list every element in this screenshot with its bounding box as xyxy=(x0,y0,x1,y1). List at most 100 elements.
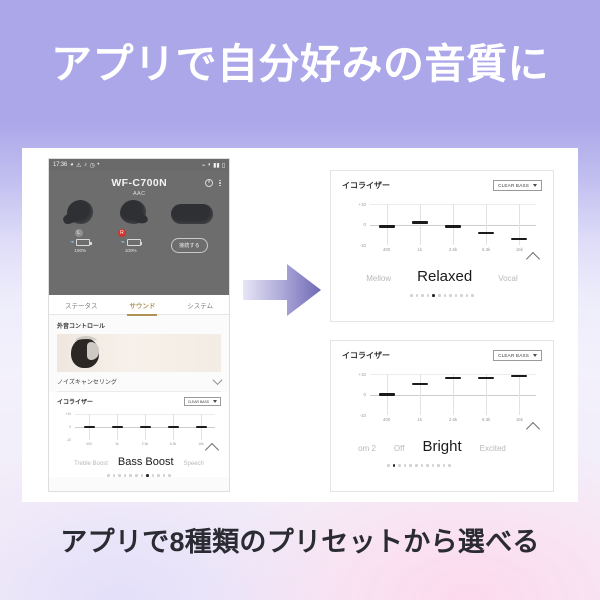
chevron-up-icon[interactable] xyxy=(525,421,541,437)
carousel-dot[interactable] xyxy=(398,464,401,467)
phone-preset-right[interactable]: Speech xyxy=(184,461,204,467)
eq-band-handle[interactable] xyxy=(378,393,395,396)
left-bud-badge: L xyxy=(74,229,83,237)
carousel-dot[interactable] xyxy=(146,474,149,477)
eq-y-tick: +10 xyxy=(358,371,366,377)
wifi-icon: ◗ xyxy=(207,162,212,168)
panel-bottom-preset-center[interactable]: Bright xyxy=(422,438,461,455)
carousel-dot[interactable] xyxy=(420,464,424,467)
panel-top-preset-center[interactable]: Relaxed xyxy=(417,268,472,285)
carousel-dot[interactable] xyxy=(432,294,435,297)
carousel-dot[interactable] xyxy=(448,464,452,467)
carousel-dot[interactable] xyxy=(431,464,435,467)
carousel-dot[interactable] xyxy=(140,474,144,477)
carousel-dot[interactable] xyxy=(442,464,446,467)
carousel-dot[interactable] xyxy=(151,474,155,477)
carousel-dot[interactable] xyxy=(118,474,121,477)
phone-tab-bar: ステータス サウンド システム xyxy=(49,295,229,316)
carousel-dot[interactable] xyxy=(426,464,429,467)
earbud-badges-row: L R xyxy=(49,229,229,237)
panel-bottom-preset-far-left[interactable]: om 2 xyxy=(358,444,376,453)
eq-band-handle[interactable] xyxy=(167,426,179,428)
phone-preset-center[interactable]: Bass Boost xyxy=(118,456,174,468)
carousel-dot[interactable] xyxy=(409,294,413,297)
phone-preset-left[interactable]: Treble Boost xyxy=(74,461,108,467)
power-icon[interactable] xyxy=(205,179,214,187)
carousel-dot[interactable] xyxy=(134,474,138,477)
eq-band-handle[interactable] xyxy=(111,426,123,428)
carousel-dot[interactable] xyxy=(437,294,441,297)
tab-system[interactable]: システム xyxy=(185,297,215,313)
right-bud-battery-percent: 100% xyxy=(124,248,137,253)
carousel-dot[interactable] xyxy=(421,294,424,297)
carousel-dot[interactable] xyxy=(106,474,110,477)
warning-icon: ⚠ xyxy=(76,162,82,169)
chevron-up-icon[interactable] xyxy=(525,251,541,267)
eq-band-handle[interactable] xyxy=(511,237,528,241)
carousel-dot[interactable] xyxy=(449,294,452,297)
eq-band-handle[interactable] xyxy=(411,221,428,224)
eq-band-handle[interactable] xyxy=(445,225,461,228)
panel-bottom-preset-dots[interactable] xyxy=(296,464,542,467)
right-bud-battery: ⌁ 100% xyxy=(120,238,143,253)
tab-status[interactable]: ステータス xyxy=(63,297,100,313)
carousel-dot[interactable] xyxy=(403,464,407,467)
eq-band-handle[interactable] xyxy=(195,426,207,428)
carousel-dot[interactable] xyxy=(415,294,419,297)
carousel-dot[interactable] xyxy=(157,474,160,477)
panel-bottom-clear-bass-select[interactable]: CLEAR BASS xyxy=(493,350,542,361)
eq-x-tick: 6.3k xyxy=(482,247,491,252)
carousel-dot[interactable] xyxy=(392,464,396,467)
carousel-dot[interactable] xyxy=(386,464,390,467)
panel-top-clear-bass-select[interactable]: CLEAR BASS xyxy=(493,180,542,191)
phone-clear-bass-select[interactable]: CLEAR BASS xyxy=(183,397,221,406)
eq-y-tick: +10 xyxy=(358,201,366,207)
panel-bottom-preset-left[interactable]: Off xyxy=(394,444,405,453)
carousel-dot[interactable] xyxy=(409,464,412,467)
status-bar-right-icons: ⌁ ◗ ▮▮ ▯ xyxy=(202,162,225,169)
ambient-mode-dropdown[interactable]: ノイズキャンセリング xyxy=(57,372,223,392)
eq-band-handle[interactable] xyxy=(378,225,395,228)
panel-top-preset-left[interactable]: Mellow xyxy=(366,274,391,283)
carousel-dot[interactable] xyxy=(426,294,430,297)
carousel-dot[interactable] xyxy=(437,464,440,467)
panel-bottom-equalizer-graph: +10 0 -10 400 1k 2.5k 6.3k 16k xyxy=(344,370,541,437)
panel-top-preset-dots[interactable] xyxy=(342,294,542,297)
panel-bottom-preset-right[interactable]: Excited xyxy=(480,444,506,453)
carousel-dot[interactable] xyxy=(471,294,475,297)
left-bud-battery: ⌁ 100% xyxy=(70,238,92,253)
carousel-dot[interactable] xyxy=(123,474,127,477)
carousel-dot[interactable] xyxy=(460,294,463,297)
eq-band-handle[interactable] xyxy=(139,426,151,428)
eq-x-tick: 400 xyxy=(382,247,391,252)
eq-band-handle[interactable] xyxy=(83,426,95,428)
carousel-dot[interactable] xyxy=(454,294,458,297)
bluetooth-icon: ⌁ xyxy=(120,239,125,246)
carousel-dot[interactable] xyxy=(465,294,469,297)
carousel-dot[interactable] xyxy=(168,474,172,477)
phone-clear-bass-label: CLEAR BASS xyxy=(187,399,209,404)
eq-band-handle[interactable] xyxy=(478,376,495,380)
eq-x-tick: 6.3k xyxy=(169,442,177,446)
carousel-dot[interactable] xyxy=(443,294,447,297)
chevron-down-icon xyxy=(533,354,537,357)
carousel-dot[interactable] xyxy=(129,474,132,477)
kebab-menu-icon[interactable] xyxy=(219,179,221,187)
phone-equalizer-title: イコライザー xyxy=(57,400,94,406)
connect-button[interactable]: 接続する xyxy=(171,238,208,253)
carousel-dot[interactable] xyxy=(162,474,166,477)
phone-status-bar: 17:36 ◕ ⚠ ♪ ◷ • ⌁ ◗ ▮▮ ▯ xyxy=(49,159,229,171)
phone-preset-dots[interactable] xyxy=(57,474,221,477)
timer-icon: ◷ xyxy=(89,162,95,169)
panel-bottom-title: イコライザー xyxy=(342,351,390,360)
eq-band-handle[interactable] xyxy=(445,376,461,380)
tab-sound[interactable]: サウンド xyxy=(127,297,158,316)
eq-x-tick: 1k xyxy=(115,442,119,446)
panel-top-preset-right[interactable]: Vocal xyxy=(498,274,518,283)
eq-band-handle[interactable] xyxy=(478,231,495,234)
eq-band-handle[interactable] xyxy=(511,374,528,378)
footline-text: アプリで8種類のプリセットから選べる xyxy=(60,527,540,557)
carousel-dot[interactable] xyxy=(414,464,418,467)
clock-icon: ◕ xyxy=(70,162,74,168)
carousel-dot[interactable] xyxy=(112,474,116,477)
